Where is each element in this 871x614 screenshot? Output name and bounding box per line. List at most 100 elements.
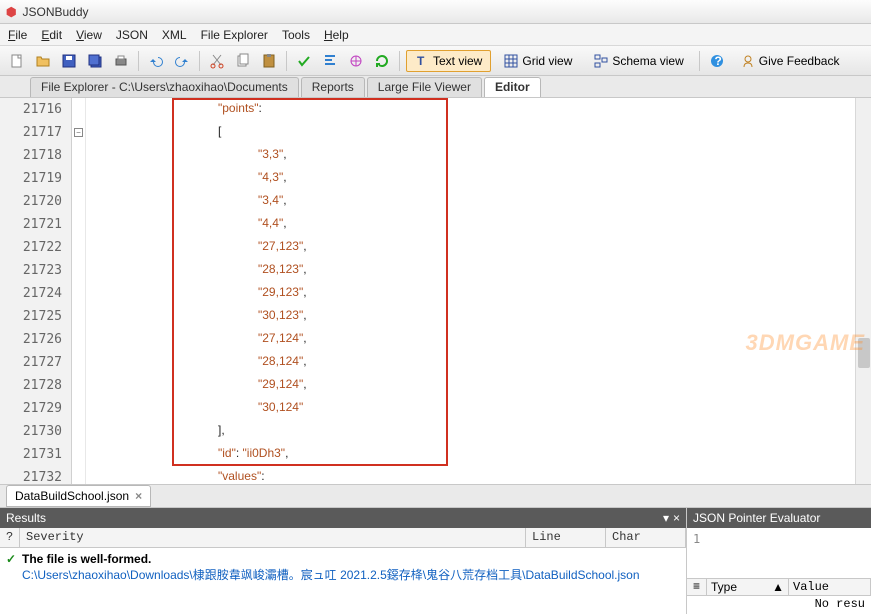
evaluator-header: JSON Pointer Evaluator: [687, 508, 871, 528]
menu-help[interactable]: Help: [324, 28, 349, 42]
close-icon[interactable]: ×: [135, 489, 142, 503]
tab-reports[interactable]: Reports: [301, 77, 365, 97]
results-panel: Results ▾ × ? Severity Line Char ✓The fi…: [0, 508, 687, 614]
document-tabs: File Explorer - C:\Users\zhaoxihao\Docum…: [0, 76, 871, 98]
app-title: JSONBuddy: [22, 5, 88, 19]
transform-icon[interactable]: [345, 50, 367, 72]
menu-edit[interactable]: Edit: [41, 28, 62, 42]
toolbar-separator: [199, 51, 200, 71]
fold-gutter: [72, 98, 86, 484]
grid-icon: [504, 54, 518, 68]
print-icon[interactable]: [110, 50, 132, 72]
fold-toggle-icon[interactable]: −: [74, 128, 83, 137]
menu-json[interactable]: JSON: [116, 28, 148, 42]
menu-file[interactable]: File: [8, 28, 27, 42]
code-line[interactable]: "28,124",: [258, 354, 307, 369]
save-all-icon[interactable]: [84, 50, 106, 72]
cut-icon[interactable]: [206, 50, 228, 72]
code-line[interactable]: "4,3",: [258, 170, 287, 185]
code-line[interactable]: "27,124",: [258, 331, 307, 346]
col-severity[interactable]: Severity: [20, 528, 526, 547]
code-line[interactable]: "27,123",: [258, 239, 307, 254]
code-line[interactable]: ],: [218, 423, 225, 438]
col-value[interactable]: Value: [789, 579, 871, 595]
code-line[interactable]: "29,123",: [258, 285, 307, 300]
code-line[interactable]: "3,3",: [258, 147, 287, 162]
tab-file-explorer[interactable]: File Explorer - C:\Users\zhaoxihao\Docum…: [30, 77, 299, 97]
pin-icon[interactable]: ▾: [663, 511, 669, 525]
paste-icon[interactable]: [258, 50, 280, 72]
code-line[interactable]: "points":: [218, 101, 262, 116]
feedback-icon: [741, 54, 755, 68]
text-view-button[interactable]: T Text view: [406, 50, 491, 72]
copy-icon[interactable]: [232, 50, 254, 72]
menu-view[interactable]: View: [76, 28, 102, 42]
text-icon: T: [415, 54, 429, 68]
feedback-button[interactable]: Give Feedback: [732, 50, 849, 72]
line-number: 21725: [0, 309, 72, 324]
code-line[interactable]: "30,124": [258, 400, 303, 415]
line-number: 21731: [0, 447, 72, 462]
text-view-label: Text view: [433, 54, 482, 68]
schema-icon: [594, 54, 608, 68]
app-logo: ⬢: [6, 5, 16, 19]
tab-editor[interactable]: Editor: [484, 77, 541, 97]
evaluator-title: JSON Pointer Evaluator: [693, 511, 820, 525]
toolbar-separator: [699, 51, 700, 71]
line-number: 21729: [0, 401, 72, 416]
open-file-icon[interactable]: [32, 50, 54, 72]
result-message: The file is well-formed.: [22, 552, 151, 566]
file-tab-label: DataBuildSchool.json: [15, 489, 129, 503]
highlight-box: [172, 98, 448, 466]
code-line[interactable]: [: [218, 124, 221, 139]
results-header: Results ▾ ×: [0, 508, 686, 528]
editor-area[interactable]: 21716 "points": 21717 [ − 21718 "3,3", 21719 "4,…: [0, 98, 871, 484]
col-eq: ≡: [687, 579, 707, 595]
scrollbar-thumb[interactable]: [858, 338, 870, 368]
evaluator-result: No resu: [687, 596, 871, 614]
grid-view-button[interactable]: Grid view: [495, 50, 581, 72]
help-icon[interactable]: ?: [706, 50, 728, 72]
new-file-icon[interactable]: [6, 50, 28, 72]
evaluator-input[interactable]: 1: [687, 528, 871, 578]
tab-large-file-viewer[interactable]: Large File Viewer: [367, 77, 482, 97]
menu-tools[interactable]: Tools: [282, 28, 310, 42]
code-line[interactable]: "28,123",: [258, 262, 307, 277]
schema-view-button[interactable]: Schema view: [585, 50, 692, 72]
col-type[interactable]: Type▲: [707, 579, 789, 595]
file-tab[interactable]: DataBuildSchool.json ×: [6, 485, 151, 507]
vertical-scrollbar[interactable]: [855, 98, 871, 484]
refresh-icon[interactable]: [371, 50, 393, 72]
line-number: 21719: [0, 171, 72, 186]
menu-xml[interactable]: XML: [162, 28, 187, 42]
code-line[interactable]: "29,124",: [258, 377, 307, 392]
code-line[interactable]: "30,123",: [258, 308, 307, 323]
col-char[interactable]: Char: [606, 528, 686, 547]
redo-icon[interactable]: [171, 50, 193, 72]
line-number: 21720: [0, 194, 72, 209]
save-icon[interactable]: [58, 50, 80, 72]
close-panel-icon[interactable]: ×: [673, 511, 680, 525]
code-line[interactable]: "values":: [218, 469, 265, 484]
toolbar-separator: [399, 51, 400, 71]
results-columns: ? Severity Line Char: [0, 528, 686, 548]
line-number: 21724: [0, 286, 72, 301]
window-titlebar: ⬢ JSONBuddy: [0, 0, 871, 24]
code-line[interactable]: "4,4",: [258, 216, 287, 231]
menu-file-explorer[interactable]: File Explorer: [201, 28, 268, 42]
line-number: 21722: [0, 240, 72, 255]
line-number: 21723: [0, 263, 72, 278]
line-number: 21716: [0, 102, 72, 117]
line-number: 21728: [0, 378, 72, 393]
col-status[interactable]: ?: [0, 528, 20, 547]
validate-icon[interactable]: [293, 50, 315, 72]
col-line[interactable]: Line: [526, 528, 606, 547]
format-icon[interactable]: [319, 50, 341, 72]
code-line[interactable]: "3,4",: [258, 193, 287, 208]
undo-icon[interactable]: [145, 50, 167, 72]
line-number: 21721: [0, 217, 72, 232]
code-line[interactable]: "id": "ii0Dh3",: [218, 446, 288, 461]
line-number: 21717: [0, 125, 72, 140]
file-tabs: DataBuildSchool.json ×: [0, 484, 871, 508]
line-number: 21718: [0, 148, 72, 163]
